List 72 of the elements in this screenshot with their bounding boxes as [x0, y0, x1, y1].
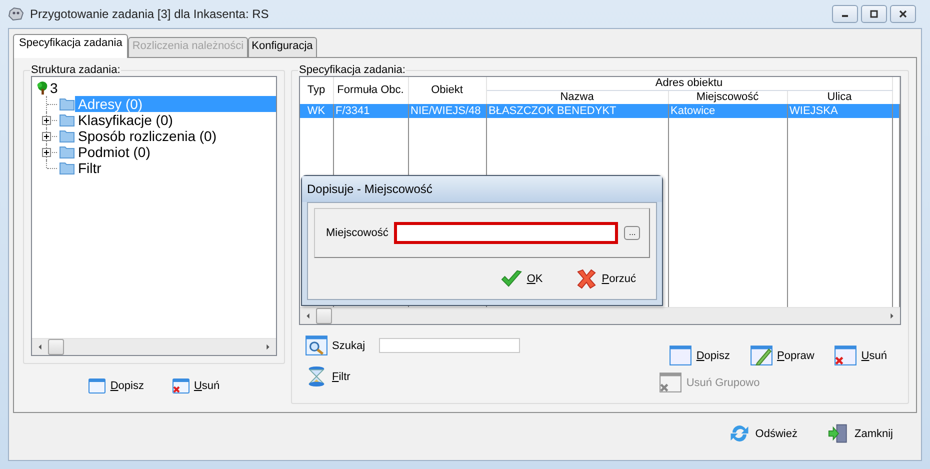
horizontal-scrollbar[interactable]: [300, 307, 900, 324]
scroll-thumb[interactable]: [316, 308, 332, 324]
window-icon: [88, 378, 106, 394]
filter-button[interactable]: Filtr: [305, 366, 520, 387]
tab[interactable]: Konfiguracja: [248, 37, 317, 57]
maximize-icon: [868, 9, 880, 19]
table-cell: F/3341: [336, 105, 370, 117]
column-header[interactable]: Formuła Obc.: [333, 77, 408, 104]
field-label: Miejscowość: [326, 227, 388, 239]
table-cell: WIEJSKA: [790, 105, 838, 117]
tree-icon: [35, 80, 50, 96]
tree-item[interactable]: 3: [50, 80, 58, 96]
input-field[interactable]: [394, 222, 618, 244]
search-icon: [305, 335, 328, 356]
toolbar-button[interactable]: Dopisz: [669, 345, 730, 366]
scroll-right-icon[interactable]: [890, 313, 894, 319]
scroll-thumb[interactable]: [48, 339, 64, 355]
search-button[interactable]: Szukaj: [305, 335, 366, 356]
scroll-left-icon[interactable]: [306, 313, 310, 319]
toolbar-button[interactable]: Dopisz: [88, 378, 144, 394]
column-group-header: Adres obiektu: [486, 77, 892, 90]
expand-toggle[interactable]: [42, 148, 51, 157]
minimize-button[interactable]: [832, 5, 858, 23]
search-field[interactable]: [379, 338, 520, 353]
window-delete-icon: [172, 378, 190, 394]
close-icon: [897, 9, 909, 19]
column-header[interactable]: Obiekt: [408, 77, 486, 104]
column-header[interactable]: Miejscowość: [668, 90, 787, 104]
tree-item[interactable]: Podmiot (0): [75, 144, 154, 160]
expand-toggle[interactable]: [42, 132, 51, 141]
group-title: Specyfikacja zadania:: [298, 64, 406, 76]
window-icon: [669, 345, 692, 366]
folder-icon: [59, 113, 75, 127]
window-delete-icon: [659, 372, 682, 393]
maximize-button[interactable]: [861, 5, 887, 23]
checkmark-icon: [500, 268, 523, 289]
column-header[interactable]: Nazwa: [486, 90, 668, 104]
tab[interactable]: Specyfikacja zadania: [13, 34, 128, 58]
footer-button[interactable]: Odśwież: [728, 423, 798, 444]
group-title: Struktura zadania:: [30, 64, 122, 76]
refresh-icon: [728, 423, 752, 444]
ok-button[interactable]: OK: [500, 268, 543, 289]
close-button[interactable]: [890, 5, 916, 23]
toolbar-button[interactable]: Usuń: [834, 345, 887, 366]
tree-item[interactable]: Klasyfikacje (0): [75, 112, 176, 128]
app-icon: [8, 6, 24, 22]
scroll-left-icon[interactable]: [38, 344, 42, 350]
window-pencil-icon: [750, 345, 773, 366]
horizontal-scrollbar[interactable]: [32, 338, 276, 355]
window-delete-icon: [834, 345, 858, 366]
toolbar-button[interactable]: Usuń: [172, 378, 220, 394]
folder-icon: [59, 161, 75, 175]
expand-toggle[interactable]: [42, 116, 51, 125]
table-cell: NIE/WIEJS/48: [410, 105, 481, 117]
footer-button[interactable]: Zamknij: [827, 423, 893, 444]
window-title: Przygotowanie zadania [3] dla Inkasenta: RS: [30, 7, 269, 21]
scroll-right-icon[interactable]: [266, 344, 270, 350]
folder-icon: [59, 145, 75, 159]
tree-item[interactable]: Sposób rozliczenia (0): [75, 128, 220, 144]
cancel-button[interactable]: Porzuć: [574, 268, 636, 289]
cross-icon: [574, 268, 598, 289]
browse-button[interactable]: ...: [624, 226, 640, 240]
toolbar-button[interactable]: Popraw: [750, 345, 814, 366]
dialog-title: Dopisuje - Miejscowość: [307, 182, 432, 196]
column-header[interactable]: Ulica: [787, 90, 892, 104]
folder-icon: [59, 129, 75, 143]
table-cell: WK: [307, 105, 326, 117]
folder-icon: [59, 97, 75, 111]
column-header[interactable]: Typ: [300, 77, 333, 104]
tree-item[interactable]: Filtr: [75, 160, 104, 176]
table-cell: BŁASZCZOK BENEDYKT: [488, 105, 616, 117]
table-cell: Katowice: [670, 105, 716, 117]
